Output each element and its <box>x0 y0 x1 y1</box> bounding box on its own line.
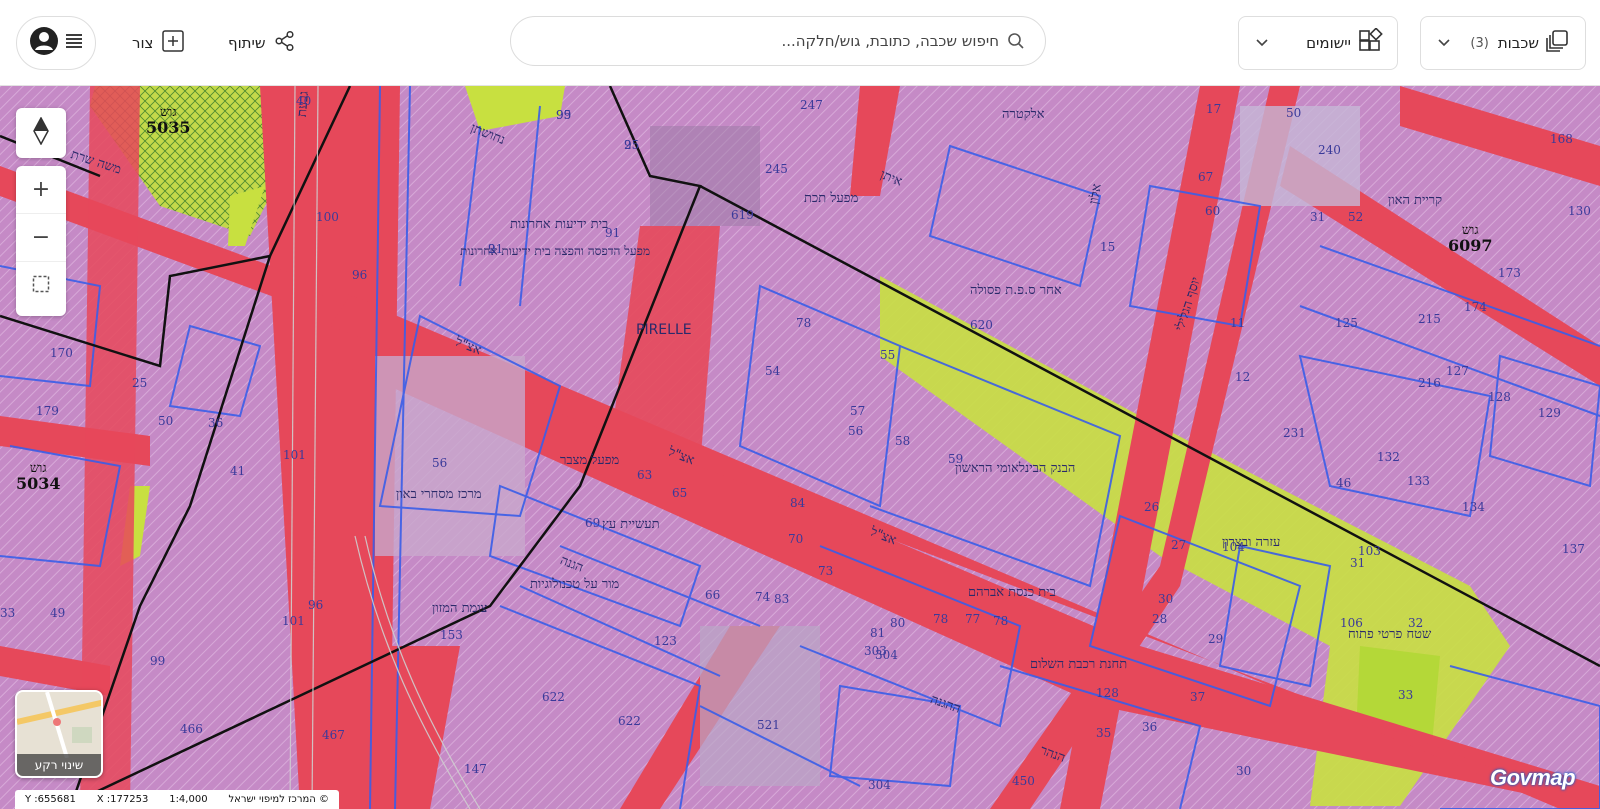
apps-icon <box>1357 27 1383 58</box>
gush-label: גוש 6097 <box>1448 223 1493 255</box>
draw-button[interactable]: צור <box>132 26 185 60</box>
chevron-down-icon <box>1255 34 1269 53</box>
zoom-out-button[interactable]: − <box>16 214 66 262</box>
copyright: © המרכז למיפוי ישראל <box>228 794 329 805</box>
add-square-icon <box>161 29 185 57</box>
basemap-label: שינוי רקע <box>17 754 101 776</box>
fullscreen-button[interactable] <box>16 262 66 310</box>
apps-button[interactable]: יישומים <box>1238 16 1398 70</box>
basemap-thumbnail-icon <box>17 692 101 759</box>
search-icon <box>1007 32 1025 50</box>
share-button[interactable]: שיתוף <box>228 26 296 60</box>
layers-label: שכבות <box>1497 34 1539 52</box>
draw-label: צור <box>132 34 154 52</box>
gush-label: גוש 5035 <box>146 105 191 137</box>
apps-label: יישומים <box>1306 34 1351 52</box>
compass-button[interactable] <box>16 108 66 158</box>
share-label: שיתוף <box>228 34 266 52</box>
x-coordinate: X :177253 <box>96 794 149 805</box>
layers-button[interactable]: (3) שכבות <box>1420 16 1586 70</box>
layers-count: (3) <box>1470 35 1489 51</box>
gush-label: גוש 5034 <box>16 461 61 493</box>
chevron-down-icon <box>1437 34 1451 53</box>
map-scale: 1:4,000 <box>169 794 208 805</box>
search-input[interactable] <box>531 32 999 50</box>
user-menu-button[interactable] <box>16 16 96 70</box>
map-layers <box>0 86 1600 809</box>
status-bar: Y :655681 X :177253 1:4,000 © המרכז למיפ… <box>15 790 339 809</box>
layers-icon <box>1545 28 1571 58</box>
zoom-controls: + − <box>16 166 66 316</box>
fullscreen-icon <box>32 274 50 299</box>
hamburger-icon <box>65 33 83 53</box>
avatar-icon <box>29 26 59 60</box>
compass-icon <box>32 116 50 149</box>
top-toolbar: (3) שכבות יישומים שיתוף צור <box>0 0 1600 86</box>
share-icon <box>274 30 296 56</box>
basemap-switcher[interactable]: שינוי רקע <box>15 690 103 778</box>
y-coordinate: Y :655681 <box>25 794 76 805</box>
zoom-in-button[interactable]: + <box>16 166 66 214</box>
govmap-logo: Govmap <box>1490 765 1576 790</box>
map-canvas[interactable]: גוש 5035 גוש 6097 גוש 5034 משה שרת נחושתן א… <box>0 86 1600 809</box>
search-bar[interactable] <box>510 16 1046 66</box>
